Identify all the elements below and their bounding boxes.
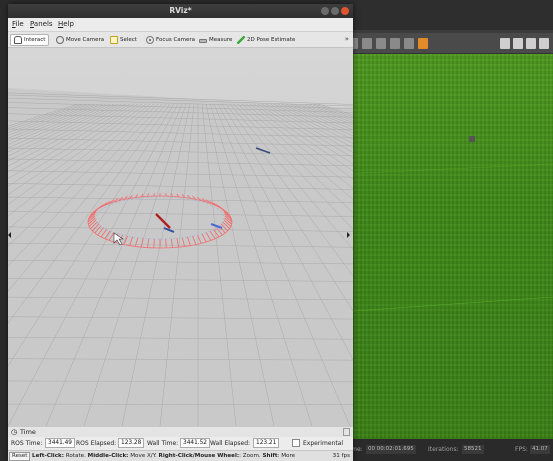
wall-time-field[interactable]: 3441.52 xyxy=(180,438,210,448)
tool-focus-camera-label: Focus Camera xyxy=(156,37,196,43)
time-panel-row: ROS Time: 3441.49 ROS Elapsed: 123.28 Wa… xyxy=(8,437,353,450)
laser-scan-ray xyxy=(153,192,155,197)
select-icon xyxy=(110,36,118,44)
gazebo-spot-icon[interactable] xyxy=(404,38,414,49)
menu-file-rest: ile xyxy=(15,20,24,28)
laser-scan-ray xyxy=(153,238,155,248)
hint-right-click: Right-Click/Mouse Wheel: xyxy=(158,453,240,459)
menu-panels-rest: anels xyxy=(33,20,53,28)
tool-select[interactable]: Select xyxy=(107,34,140,46)
experimental-checkbox[interactable] xyxy=(292,439,300,447)
gazebo-top-area xyxy=(340,0,553,30)
gazebo-screenshot-icon[interactable] xyxy=(500,38,510,49)
hint-rotate: Rotate. xyxy=(64,453,88,459)
gazebo-ground-lines xyxy=(340,163,553,313)
experimental-label: Experimental xyxy=(303,440,344,447)
laser-scan-ray xyxy=(165,238,167,248)
wall-time-label: Wall Time: xyxy=(147,440,179,447)
gazebo-cylinder-icon[interactable] xyxy=(376,38,386,49)
clock-icon: ◷ xyxy=(11,428,18,436)
status-hint: Left-Click: Rotate. Middle-Click: Move X… xyxy=(32,453,295,459)
focus-camera-icon xyxy=(146,36,154,44)
measure-icon xyxy=(199,38,207,43)
laser-scan-ray xyxy=(165,192,167,197)
status-bar: Reset Left-Click: Rotate. Middle-Click: … xyxy=(8,450,353,461)
gazebo-toolbar xyxy=(340,33,553,54)
ros-elapsed-field[interactable]: 123.28 xyxy=(118,438,145,448)
time-panel-header: ◷ Time xyxy=(8,426,353,437)
window-title: RViz* xyxy=(169,6,192,15)
gazebo-3d-view[interactable] xyxy=(340,54,553,439)
hint-middle-click: Middle-Click: xyxy=(87,453,129,459)
ros-time-label: ROS Time: xyxy=(11,440,43,447)
menu-help[interactable]: Help xyxy=(58,20,74,28)
tool-2d-pose-estimate-label: 2D Pose Estimate xyxy=(247,37,296,43)
tool-measure-label: Measure xyxy=(209,37,233,43)
gazebo-status-bar: Time: 00 00:02:01.695 Iterations: 58521 … xyxy=(340,439,553,461)
close-button[interactable] xyxy=(341,7,349,15)
wall-elapsed-field[interactable]: 123.21 xyxy=(253,438,280,448)
gazebo-sphere-icon[interactable] xyxy=(362,38,372,49)
tool-interact[interactable]: Interact xyxy=(10,34,50,46)
left-dock-arrow-icon[interactable] xyxy=(8,232,11,238)
menu-bar: File Panels Help xyxy=(8,18,353,31)
right-dock-arrow-icon[interactable] xyxy=(347,232,350,238)
toolbar-overflow-button[interactable]: » xyxy=(345,35,349,43)
minimize-button[interactable] xyxy=(321,7,329,15)
ros-elapsed-label: ROS Elapsed: xyxy=(76,440,117,447)
maximize-button[interactable] xyxy=(331,7,339,15)
pose-estimate-icon xyxy=(237,36,245,44)
tool-move-camera[interactable]: Move Camera xyxy=(53,34,107,46)
time-panel-close-icon[interactable] xyxy=(343,428,350,436)
gazebo-robot[interactable] xyxy=(469,136,475,142)
3d-scene xyxy=(8,48,353,426)
tool-select-label: Select xyxy=(120,37,137,43)
hint-left-click: Left-Click: xyxy=(32,453,65,459)
tools-toolbar: Interact Move Camera Select Focus Camera… xyxy=(8,31,353,48)
hint-more: : More xyxy=(277,453,296,459)
time-panel-title: Time xyxy=(20,428,36,436)
move-camera-icon xyxy=(56,36,64,44)
rviz-window: RViz* File Panels Help Interact Move Cam… xyxy=(8,4,353,461)
rviz-title-bar[interactable]: RViz* xyxy=(8,4,353,18)
gazebo-fps-value: 41.07 xyxy=(530,445,550,454)
menu-file[interactable]: File xyxy=(12,20,24,28)
tool-measure[interactable]: Measure xyxy=(196,34,235,46)
hand-icon xyxy=(14,36,22,44)
gazebo-iterations-value: 58521 xyxy=(462,445,484,454)
gazebo-align-icon[interactable] xyxy=(418,38,428,49)
tool-2d-pose-estimate[interactable]: 2D Pose Estimate xyxy=(234,34,298,46)
menu-help-rest: elp xyxy=(63,20,74,28)
hint-move: Move X/Y. xyxy=(128,453,159,459)
hint-zoom: : Zoom. xyxy=(239,453,263,459)
gazebo-light-icon[interactable] xyxy=(390,38,400,49)
tool-interact-label: Interact xyxy=(24,37,46,43)
fps-readout: 31 fps xyxy=(332,453,350,459)
gazebo-video-icon[interactable] xyxy=(539,38,549,49)
hint-shift: Shift xyxy=(262,453,278,459)
gazebo-plot-icon[interactable] xyxy=(526,38,536,49)
gazebo-window: Time: 00 00:02:01.695 Iterations: 58521 … xyxy=(340,0,553,461)
gazebo-log-icon[interactable] xyxy=(513,38,523,49)
tool-move-camera-label: Move Camera xyxy=(66,37,105,43)
gazebo-fps-label: FPS: xyxy=(515,446,528,453)
menu-panels[interactable]: Panels xyxy=(30,20,53,28)
3d-render-view[interactable] xyxy=(8,48,353,426)
reset-button[interactable]: Reset xyxy=(9,452,31,461)
tool-focus-camera[interactable]: Focus Camera xyxy=(143,34,198,46)
desktop: Time: 00 00:02:01.695 Iterations: 58521 … xyxy=(0,0,553,461)
gazebo-iterations-label: Iterations: xyxy=(428,446,459,453)
ros-time-field[interactable]: 3441.49 xyxy=(45,438,75,448)
gazebo-sim-time-value: 00 00:02:01.695 xyxy=(366,445,416,454)
wall-elapsed-label: Wall Elapsed: xyxy=(210,440,251,447)
